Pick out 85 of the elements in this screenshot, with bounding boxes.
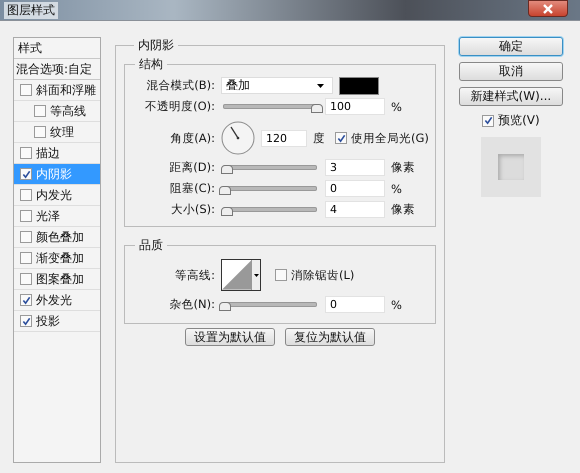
- checkbox[interactable]: [20, 210, 32, 222]
- noise-input[interactable]: 0: [325, 296, 385, 313]
- default-button[interactable]: 复位为默认值: [284, 328, 375, 346]
- angle-input[interactable]: 120: [261, 130, 307, 146]
- checkbox[interactable]: [20, 294, 32, 306]
- slider-handle[interactable]: [220, 207, 233, 216]
- style-preview: [480, 137, 541, 197]
- style-item[interactable]: 斜面和浮雕: [14, 80, 100, 101]
- style-label: 内阴影: [36, 166, 72, 182]
- unit-label: %: [391, 182, 402, 196]
- checkbox[interactable]: [20, 168, 32, 180]
- slider-handle[interactable]: [219, 186, 231, 195]
- style-label: 纹理: [50, 124, 74, 140]
- style-item[interactable]: 外发光: [14, 290, 100, 311]
- caret-icon: [254, 274, 259, 276]
- unit-label: 像素: [391, 160, 415, 175]
- value-input[interactable]: 4: [325, 201, 385, 218]
- close-button[interactable]: [528, 0, 568, 17]
- checkbox[interactable]: [482, 114, 494, 126]
- default-button[interactable]: 设置为默认值: [184, 328, 275, 346]
- style-item[interactable]: 渐变叠加: [14, 248, 100, 269]
- style-label: 投影: [36, 312, 60, 330]
- checkbox[interactable]: [20, 147, 32, 159]
- style-label: 描边: [36, 144, 60, 162]
- style-item[interactable]: 内发光: [14, 185, 100, 206]
- style-label: 等高线: [50, 102, 86, 120]
- unit-label: 度: [313, 130, 325, 146]
- field-label: 杂色(N):: [168, 297, 216, 312]
- style-item[interactable]: 纹理: [14, 122, 100, 143]
- style-item[interactable]: 颜色叠加: [14, 227, 100, 248]
- field-label: 阻塞(C):: [169, 181, 216, 196]
- unit-label: %: [391, 298, 402, 312]
- checkbox[interactable]: [20, 231, 32, 243]
- checkbox[interactable]: [20, 273, 32, 285]
- blend-mode-dropdown[interactable]: 叠加: [221, 77, 333, 94]
- unit-label: 像素: [391, 202, 415, 217]
- checkbox[interactable]: [20, 189, 32, 201]
- close-icon: [542, 4, 554, 14]
- slider-handle[interactable]: [220, 165, 233, 174]
- style-item[interactable]: 等高线: [14, 101, 100, 122]
- checkbox[interactable]: [20, 84, 32, 96]
- dialog-button[interactable]: 新建样式(W)...: [458, 87, 563, 106]
- field-label: 距离(D):: [168, 160, 216, 175]
- dialog-button[interactable]: 确定: [458, 37, 563, 56]
- field-label: 不透明度(O):: [144, 99, 216, 114]
- checkbox[interactable]: [20, 252, 32, 264]
- style-label: 颜色叠加: [36, 228, 84, 246]
- window-title: 图层样式: [4, 2, 58, 18]
- style-label: 渐变叠加: [36, 250, 84, 266]
- color-swatch[interactable]: [339, 76, 379, 94]
- style-item[interactable]: 投影: [14, 311, 100, 332]
- unit-label: %: [391, 100, 402, 114]
- checkbox-label: 消除锯齿(L): [291, 268, 354, 282]
- field-label: 混合模式(B):: [145, 78, 216, 93]
- field-label: 大小(S):: [170, 202, 216, 217]
- style-label: 图案叠加: [36, 270, 84, 288]
- field-label: 角度(A):: [169, 130, 216, 146]
- checkbox[interactable]: [335, 132, 347, 144]
- group-title: 结构: [138, 56, 164, 73]
- checkbox[interactable]: [20, 315, 32, 327]
- style-label: 斜面和浮雕: [36, 82, 96, 98]
- slider-handle[interactable]: [311, 104, 323, 113]
- list-header: 样式: [14, 38, 100, 59]
- group-title: 品质: [138, 237, 164, 254]
- contour-picker[interactable]: [221, 259, 261, 291]
- value-input[interactable]: 0: [325, 180, 385, 197]
- blend-options-item[interactable]: 混合选项:自定: [14, 59, 100, 80]
- field-label: 等高线:: [174, 268, 216, 282]
- style-label: 光泽: [36, 208, 60, 224]
- checkbox[interactable]: [275, 269, 287, 281]
- dialog-button[interactable]: 取消: [458, 62, 563, 81]
- slider-handle[interactable]: [219, 302, 231, 311]
- checkbox[interactable]: [34, 105, 46, 117]
- style-label: 内发光: [36, 186, 72, 204]
- style-label: 外发光: [36, 292, 72, 308]
- checkbox[interactable]: [34, 126, 46, 138]
- checkbox-label: 预览(V): [498, 112, 540, 129]
- caret-icon: [317, 84, 324, 88]
- opacity-input[interactable]: 100: [325, 98, 385, 115]
- angle-dial-icon[interactable]: [221, 121, 255, 155]
- checkbox-label: 使用全局光(G): [351, 130, 429, 146]
- group-title: 内阴影: [137, 37, 175, 54]
- style-item[interactable]: 光泽: [14, 206, 100, 227]
- value-input[interactable]: 3: [325, 159, 385, 176]
- style-item[interactable]: 图案叠加: [14, 269, 100, 290]
